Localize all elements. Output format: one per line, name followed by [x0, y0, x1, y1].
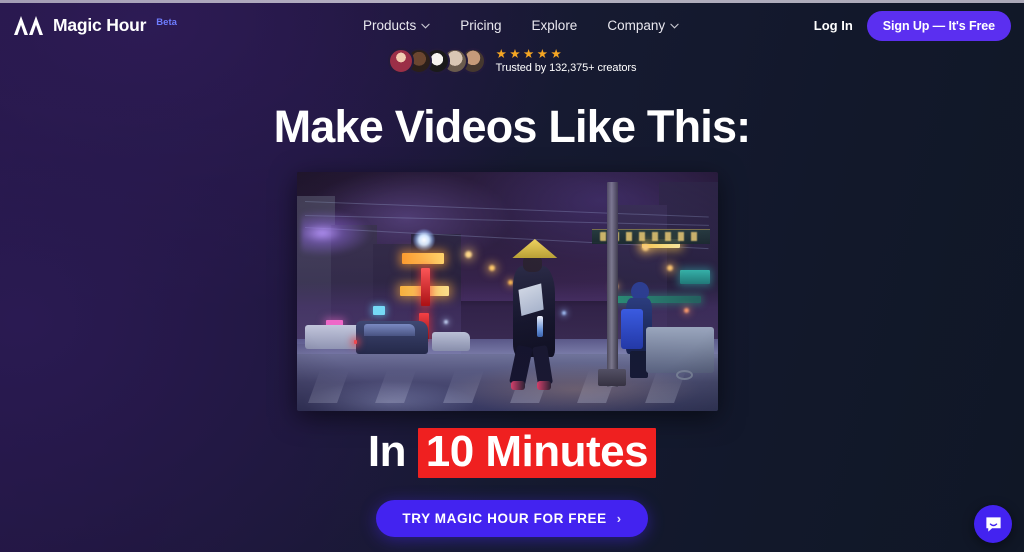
hero-subhead: In 10 Minutes: [0, 427, 1024, 479]
nav-item-explore-label: Explore: [531, 18, 578, 33]
creator-avatar-1: [387, 48, 414, 74]
nav-item-pricing[interactable]: Pricing: [460, 18, 501, 33]
video-vignette: [297, 172, 718, 411]
star-icon: ★: [509, 47, 521, 62]
chevron-down-icon: [421, 23, 430, 29]
hero-subhead-highlight: 10 Minutes: [417, 428, 657, 479]
browser-chrome-edge: [0, 0, 1024, 3]
try-magic-hour-button[interactable]: TRY MAGIC HOUR FOR FREE ›: [376, 500, 648, 537]
hero-subhead-prefix: In: [367, 427, 407, 476]
nav-item-products[interactable]: Products: [363, 18, 430, 33]
landing-page: Magic Hour Beta Products Pricing Explore…: [0, 0, 1024, 552]
chevron-right-icon: ›: [616, 511, 622, 526]
star-rating: ★ ★ ★ ★ ★: [496, 48, 637, 61]
chevron-down-icon: [670, 23, 679, 29]
nav-actions: Log In Sign Up — It's Free: [814, 3, 1011, 48]
chat-bubble-icon: [985, 516, 1001, 532]
beta-badge: Beta: [156, 17, 177, 28]
top-navigation-bar: Magic Hour Beta Products Pricing Explore…: [0, 3, 1024, 48]
chat-widget-button[interactable]: [974, 505, 1012, 543]
hero-video-frame: [297, 172, 718, 411]
login-link[interactable]: Log In: [814, 18, 853, 33]
star-icon: ★: [495, 47, 507, 62]
nav-item-pricing-label: Pricing: [460, 18, 502, 33]
star-icon: ★: [550, 47, 562, 62]
star-icon: ★: [523, 47, 535, 62]
creator-avatars: [387, 48, 486, 74]
star-icon: ★: [536, 47, 548, 62]
trusted-by-text: Trusted by 132,375+ creators: [495, 61, 637, 74]
nav-links: Products Pricing Explore Company: [363, 3, 679, 48]
brand-logo-link[interactable]: Magic Hour Beta: [14, 15, 177, 36]
nav-item-products-label: Products: [363, 18, 417, 33]
nav-item-company[interactable]: Company: [607, 18, 679, 33]
nav-item-explore[interactable]: Explore: [532, 18, 578, 33]
cta-container: TRY MAGIC HOUR FOR FREE ›: [0, 500, 1024, 537]
hero-video-player[interactable]: [297, 172, 718, 411]
magic-hour-logo-icon: [14, 16, 43, 35]
brand-name: Magic Hour: [53, 15, 147, 35]
signup-button[interactable]: Sign Up — It's Free: [866, 10, 1011, 41]
nav-item-company-label: Company: [607, 18, 666, 33]
cta-label: TRY MAGIC HOUR FOR FREE: [402, 511, 607, 526]
hero-headline: Make Videos Like This:: [273, 101, 752, 152]
social-proof: ★ ★ ★ ★ ★ Trusted by 132,375+ creators: [0, 48, 1024, 74]
